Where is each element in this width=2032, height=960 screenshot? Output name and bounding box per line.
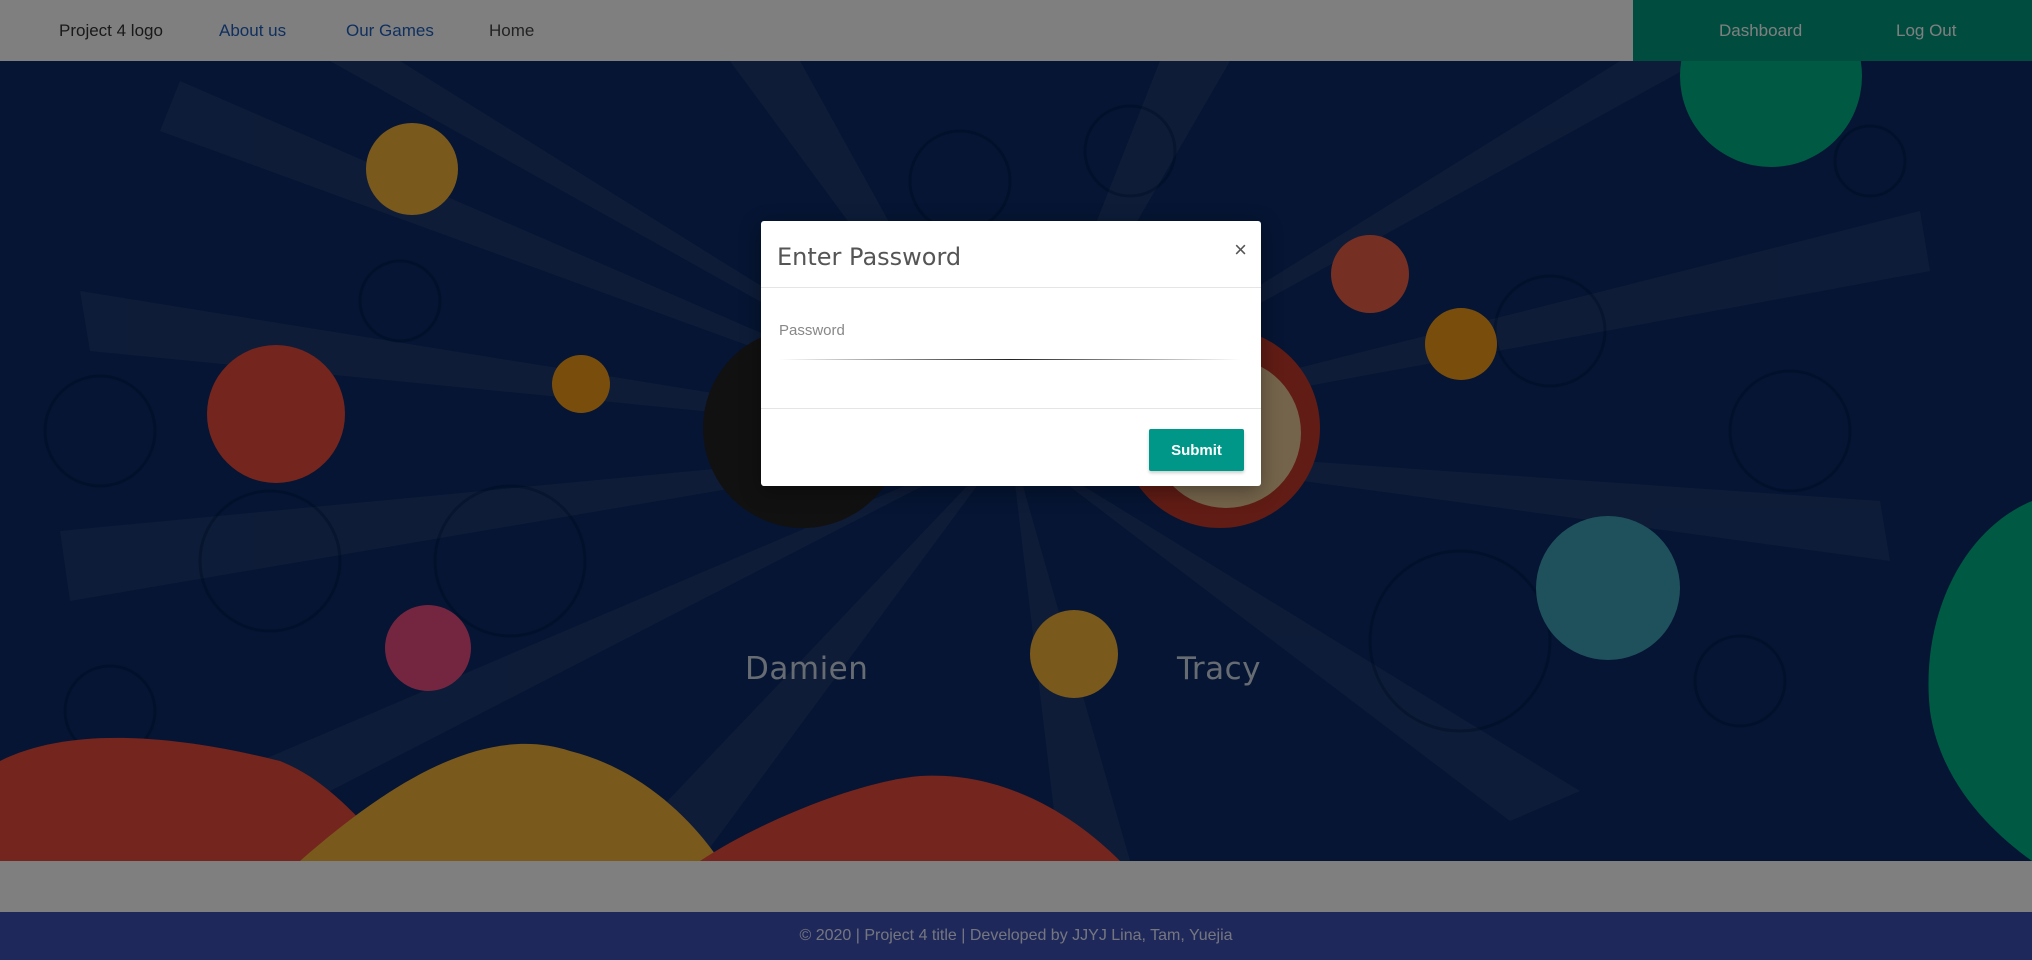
modal-title: Enter Password <box>777 243 962 271</box>
password-modal: Enter Password × Password Submit <box>761 221 1261 486</box>
close-icon[interactable]: × <box>1234 237 1247 263</box>
password-label: Password <box>779 322 845 339</box>
submit-button[interactable]: Submit <box>1149 429 1244 471</box>
modal-header: Enter Password × <box>761 221 1261 288</box>
password-input[interactable] <box>779 338 1245 366</box>
modal-body: Password <box>761 288 1261 409</box>
modal-footer: Submit <box>761 409 1261 486</box>
password-input-underline <box>779 359 1241 360</box>
